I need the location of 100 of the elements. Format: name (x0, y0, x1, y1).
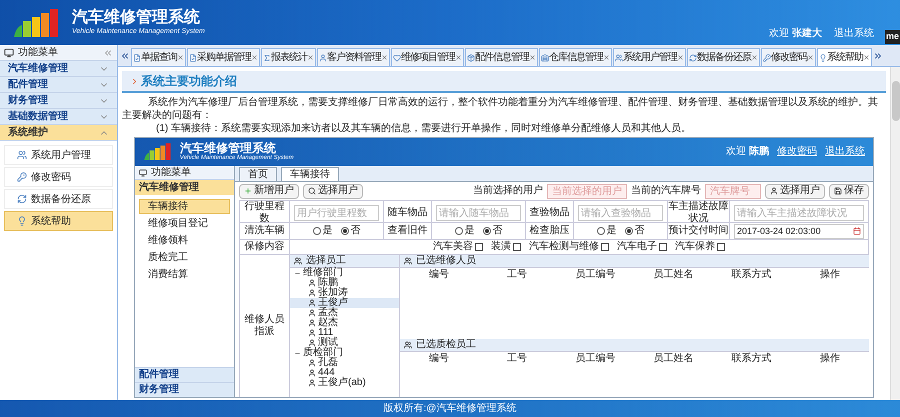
close-icon[interactable] (807, 54, 814, 61)
users-icon (404, 257, 412, 265)
edge-badge: me (884, 30, 900, 44)
tab[interactable]: 系统帮助 (817, 48, 872, 66)
radio-button[interactable] (340, 227, 348, 235)
menu-group[interactable]: 财务管理 (0, 93, 117, 109)
menu-item-icon (17, 150, 27, 160)
plate-field[interactable]: 汽车牌号 (705, 184, 761, 198)
menu-group[interactable]: 汽车维修管理 (135, 180, 234, 195)
collapse-icon[interactable] (103, 48, 113, 58)
user-field[interactable]: 当前选择的用户 (547, 184, 627, 198)
scrollbar[interactable] (890, 67, 900, 400)
tab-icon (467, 54, 475, 62)
toolbar-button[interactable]: 选择用户 (303, 184, 363, 198)
calendar-icon (853, 227, 861, 235)
header-link[interactable]: 退出系统 (825, 146, 865, 158)
tab[interactable]: 报表统计 (261, 48, 316, 66)
menu-item[interactable]: 车辆接待 (139, 199, 230, 214)
app-tab[interactable]: 车辆接待 (281, 167, 339, 181)
tab[interactable]: 采购单据管理 (187, 48, 260, 66)
tab[interactable]: 客户资料管理 (317, 48, 390, 66)
logout-link[interactable]: 退出系统 (834, 26, 874, 41)
menu-icon (4, 48, 14, 58)
column-header: 工号 (506, 353, 528, 365)
header-link[interactable]: 修改密码 (777, 146, 817, 158)
tree-node[interactable]: 赵杰 (290, 318, 399, 328)
tab[interactable]: 配件信息管理 (465, 48, 538, 66)
menu-item[interactable]: 修改密码 (4, 167, 113, 187)
tab[interactable]: 维修项目管理 (391, 48, 464, 66)
tree-node[interactable]: 质检部门 (290, 348, 399, 358)
tab[interactable]: 单据查询 (131, 48, 186, 66)
checkbox[interactable] (513, 243, 521, 251)
form-field[interactable]: 请输入查验物品 (578, 205, 663, 221)
app-tab[interactable]: 首页 (239, 167, 277, 181)
form-field[interactable]: 用户行驶里程数 (294, 205, 379, 221)
radio-button[interactable] (454, 227, 462, 235)
form-label: 车主描述故障状况 (668, 201, 729, 224)
tab-icon (393, 54, 401, 62)
toolbar-button[interactable]: 新增用户 (239, 184, 299, 198)
tree-node[interactable]: 王俊卢 (290, 298, 399, 308)
tab[interactable]: 仓库信息管理 (539, 48, 612, 66)
tab-icon (189, 54, 197, 62)
tree-node[interactable]: 张加涛 (290, 288, 399, 298)
tree-node[interactable]: 444 (290, 368, 399, 378)
toolbar-button[interactable]: 选择用户 (765, 184, 825, 198)
menu-item[interactable]: 系统用户管理 (4, 145, 113, 165)
tab-icon (615, 54, 623, 62)
menu-group[interactable]: 基础数据管理 (0, 109, 117, 125)
date-field[interactable]: 2017-03-24 02:03:00 (734, 224, 864, 238)
radio-label: 是 (606, 225, 616, 237)
radio-label: 否 (634, 225, 644, 237)
form-label: 预计交付时间 (668, 225, 728, 237)
save-icon (834, 187, 842, 195)
menu-item[interactable]: 质检完工 (139, 250, 230, 265)
form-label: 维修人员指派 (244, 314, 286, 338)
scroll-right-icon[interactable] (873, 50, 883, 60)
toolbar-button[interactable]: 保存 (829, 184, 869, 198)
checkbox[interactable] (601, 243, 609, 251)
form-field[interactable]: 请输入车主描述故障状况 (734, 205, 864, 221)
menu-item[interactable]: 维修项目登记 (139, 216, 230, 231)
menu-group[interactable]: 配件管理 (135, 367, 234, 382)
menu-item[interactable]: 系统帮助 (4, 211, 113, 231)
tree-node[interactable]: 维修部门 (290, 268, 399, 278)
menu-item-icon (17, 172, 27, 182)
menu-group[interactable]: 配件管理 (0, 77, 117, 93)
tree-node[interactable]: 111 (290, 328, 399, 338)
menu-group[interactable]: 财务管理 (135, 382, 234, 397)
column-header: 编号 (428, 353, 450, 365)
search-icon (308, 187, 316, 195)
tree-node[interactable]: 孟杰 (290, 308, 399, 318)
radio-button[interactable] (482, 227, 490, 235)
checkbox[interactable] (659, 243, 667, 251)
radio-label: 否 (350, 225, 360, 237)
checkbox[interactable] (717, 243, 725, 251)
tab[interactable]: 系统用户管理 (613, 48, 686, 66)
menu-group[interactable]: 系统维护 (0, 125, 117, 141)
tab-icon (263, 54, 271, 62)
menu-item[interactable]: 消费结算 (139, 267, 230, 282)
tab-icon (819, 54, 827, 62)
form-field[interactable]: 请输入随车物品 (436, 205, 521, 221)
tab-icon (763, 54, 771, 62)
tree-node[interactable]: 王俊卢(ab) (290, 378, 399, 388)
tab-icon (541, 54, 549, 62)
welcome-text: 欢迎 张建大 (769, 26, 822, 41)
radio-button[interactable] (312, 227, 320, 235)
menu-item[interactable]: 数据备份还原 (4, 189, 113, 209)
menu-item-icon (17, 216, 27, 226)
radio-button[interactable] (596, 227, 604, 235)
tree-node[interactable]: 测试 (290, 338, 399, 348)
tab[interactable]: 数据备份还原 (687, 48, 760, 66)
person-icon (308, 299, 316, 307)
radio-button[interactable] (624, 227, 632, 235)
tree-node[interactable]: 陈鹏 (290, 278, 399, 288)
scroll-left-icon[interactable] (120, 50, 130, 60)
tab[interactable]: 修改密码 (761, 48, 816, 66)
checkbox[interactable] (475, 243, 483, 251)
menu-item[interactable]: 维修领料 (139, 233, 230, 248)
person-icon (308, 289, 316, 297)
menu-group[interactable]: 汽车维修管理 (0, 61, 117, 77)
tree-node[interactable]: 孔磊 (290, 358, 399, 368)
